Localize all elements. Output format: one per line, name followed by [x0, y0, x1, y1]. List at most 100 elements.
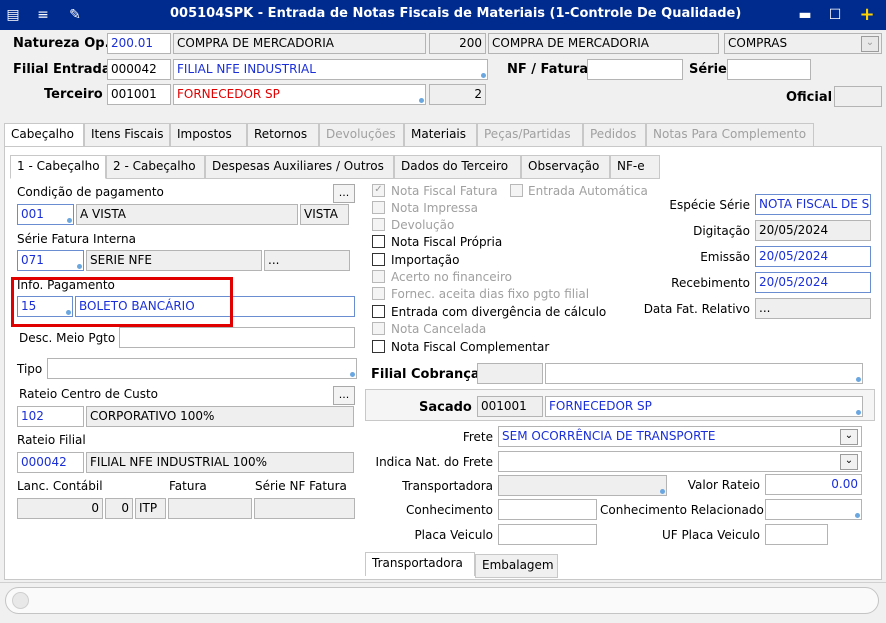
recebimento-label: Recebimento	[671, 276, 750, 290]
cond-desc: A VISTA	[76, 204, 298, 225]
tab-transportadora[interactable]: Transportadora	[365, 552, 475, 576]
subtab-dados-terceiro[interactable]: Dados do Terceiro	[394, 155, 521, 179]
tipo-input[interactable]	[47, 358, 357, 379]
chevron-down-icon[interactable]: ⌄	[840, 429, 858, 445]
emissao-label: Emissão	[700, 250, 750, 264]
entrada-auto-checkbox[interactable]	[510, 184, 523, 197]
digitacao-label: Digitação	[693, 224, 750, 238]
placa-input[interactable]	[498, 524, 597, 545]
rateio-cc-button[interactable]: ...	[333, 386, 355, 405]
cancelada-label: Nota Cancelada	[391, 322, 487, 336]
nota-impressa-checkbox[interactable]	[372, 201, 385, 214]
title-bar: ▤ ≡ ✎ 005104SPK - Entrada de Notas Fisca…	[0, 0, 886, 30]
divergencia-label: Entrada com divergência de cálculo	[391, 305, 607, 319]
lanc-v1: 0	[17, 498, 103, 519]
transportadora-field[interactable]	[498, 475, 667, 496]
recebimento-input[interactable]: 20/05/2024	[755, 272, 871, 293]
indica-select[interactable]	[498, 451, 862, 472]
conhecimento-input[interactable]	[498, 499, 597, 520]
frete-select[interactable]: SEM OCORRÊNCIA DE TRANSPORTE	[498, 426, 862, 447]
minimize-icon[interactable]: ▬	[796, 6, 814, 24]
subtab-despesas[interactable]: Despesas Auxiliares / Outros	[205, 155, 394, 179]
menu-icon[interactable]: ▤	[4, 6, 22, 24]
natureza-type-select[interactable]: COMPRAS	[724, 33, 882, 54]
lookup-icon	[856, 377, 861, 382]
serie-input[interactable]	[727, 59, 811, 80]
natureza-code-input[interactable]: 200.01	[107, 33, 171, 54]
tab-embalagem[interactable]: Embalagem	[475, 554, 558, 578]
cond-code-input[interactable]: 001	[17, 204, 74, 225]
status-area	[5, 587, 879, 614]
lanc-v2: 0	[105, 498, 133, 519]
tab-notas-complemento[interactable]: Notas Para Complemento	[646, 123, 814, 147]
entrada-auto-label: Entrada Automática	[528, 184, 648, 198]
subtab-2-cabecalho[interactable]: 2 - Cabeçalho	[106, 155, 205, 179]
natureza-desc2: COMPRA DE MERCADORIA	[488, 33, 719, 54]
devolucao-label: Devolução	[391, 218, 455, 232]
uf-placa-label: UF Placa Veiculo	[661, 528, 760, 542]
plus-icon[interactable]: +	[858, 6, 876, 24]
fornec-checkbox[interactable]	[372, 287, 385, 300]
serie-nf-field	[254, 498, 355, 519]
rateio-filial-code[interactable]: 000042	[17, 452, 84, 473]
maximize-icon[interactable]: ☐	[826, 6, 844, 24]
especie-input[interactable]: NOTA FISCAL DE S	[755, 194, 871, 215]
data-fat-field[interactable]: ...	[755, 298, 871, 319]
tab-devolucoes[interactable]: Devoluções	[319, 123, 404, 147]
lookup-icon	[67, 218, 72, 223]
tab-retornos[interactable]: Retornos	[247, 123, 319, 147]
acerto-checkbox[interactable]	[372, 270, 385, 283]
subtab-observacao[interactable]: Observação	[521, 155, 610, 179]
serie-code-input[interactable]: 071	[17, 250, 84, 271]
terceiro-code-input[interactable]: 001001	[107, 84, 171, 105]
subtab-nfe[interactable]: NF-e	[610, 155, 660, 179]
devolucao-checkbox[interactable]	[372, 218, 385, 231]
uf-placa-input[interactable]	[765, 524, 828, 545]
terceiro-name[interactable]: FORNECEDOR SP	[173, 84, 426, 105]
tab-impostos[interactable]: Impostos	[170, 123, 247, 147]
chevron-down-icon[interactable]: ⌄	[840, 454, 858, 470]
highlight-box	[11, 277, 233, 327]
rateio-cc-code[interactable]: 102	[17, 406, 84, 427]
tab-pecas-partidas[interactable]: Peças/Partidas	[477, 123, 583, 147]
valor-rateio-input[interactable]: 0.00	[765, 474, 862, 495]
cond-pagamento-label: Condição de pagamento	[17, 185, 164, 199]
emissao-input[interactable]: 20/05/2024	[755, 246, 871, 267]
tab-materiais[interactable]: Materiais	[404, 123, 477, 147]
status-circle-icon	[12, 592, 29, 609]
filial-label: Filial Entrada	[13, 62, 111, 77]
subtab-1-cabecalho[interactable]: 1 - Cabeçalho	[10, 155, 106, 179]
filial-code-input[interactable]: 000042	[107, 59, 171, 80]
fatura-label: Fatura	[169, 479, 207, 493]
complementar-checkbox[interactable]	[372, 340, 385, 353]
sacado-name[interactable]: FORNECEDOR SP	[545, 396, 863, 417]
nota-propria-checkbox[interactable]	[372, 235, 385, 248]
chevron-down-icon[interactable]: ⌄	[861, 36, 879, 52]
cancelada-checkbox[interactable]	[372, 322, 385, 335]
tab-itens-fiscais[interactable]: Itens Fiscais	[84, 123, 170, 147]
tab-cabecalho[interactable]: Cabeçalho	[4, 123, 84, 147]
fornec-label: Fornec. aceita dias fixo pgto filial	[391, 287, 590, 301]
nf-input[interactable]	[587, 59, 683, 80]
desc-meio-input[interactable]	[119, 327, 355, 348]
nf-label: NF / Fatura	[507, 62, 589, 77]
tab-pedidos[interactable]: Pedidos	[583, 123, 646, 147]
nota-fatura-checkbox[interactable]: ✓	[372, 184, 385, 197]
filial-cobranca-name[interactable]	[545, 363, 863, 384]
traffic-light-icon[interactable]: ≡	[34, 6, 52, 24]
divergencia-checkbox[interactable]	[372, 305, 385, 318]
valor-rateio-label: Valor Rateio	[687, 478, 760, 492]
conh-rel-input[interactable]	[765, 499, 862, 520]
lookup-icon	[856, 410, 861, 415]
cond-pagamento-button[interactable]: ...	[333, 184, 355, 203]
filial-name[interactable]: FILIAL NFE INDUSTRIAL	[173, 59, 488, 80]
serie-ellipsis[interactable]: ...	[264, 250, 350, 271]
sacado-label: Sacado	[419, 400, 472, 415]
importacao-checkbox[interactable]	[372, 253, 385, 266]
wrench-icon[interactable]: ✎	[66, 6, 84, 24]
frete-label: Frete	[462, 430, 493, 444]
acerto-label: Acerto no financeiro	[391, 270, 512, 284]
lanc-v3: ITP	[135, 498, 166, 519]
serie-desc: SERIE NFE	[86, 250, 262, 271]
terceiro-label: Terceiro	[44, 87, 103, 102]
